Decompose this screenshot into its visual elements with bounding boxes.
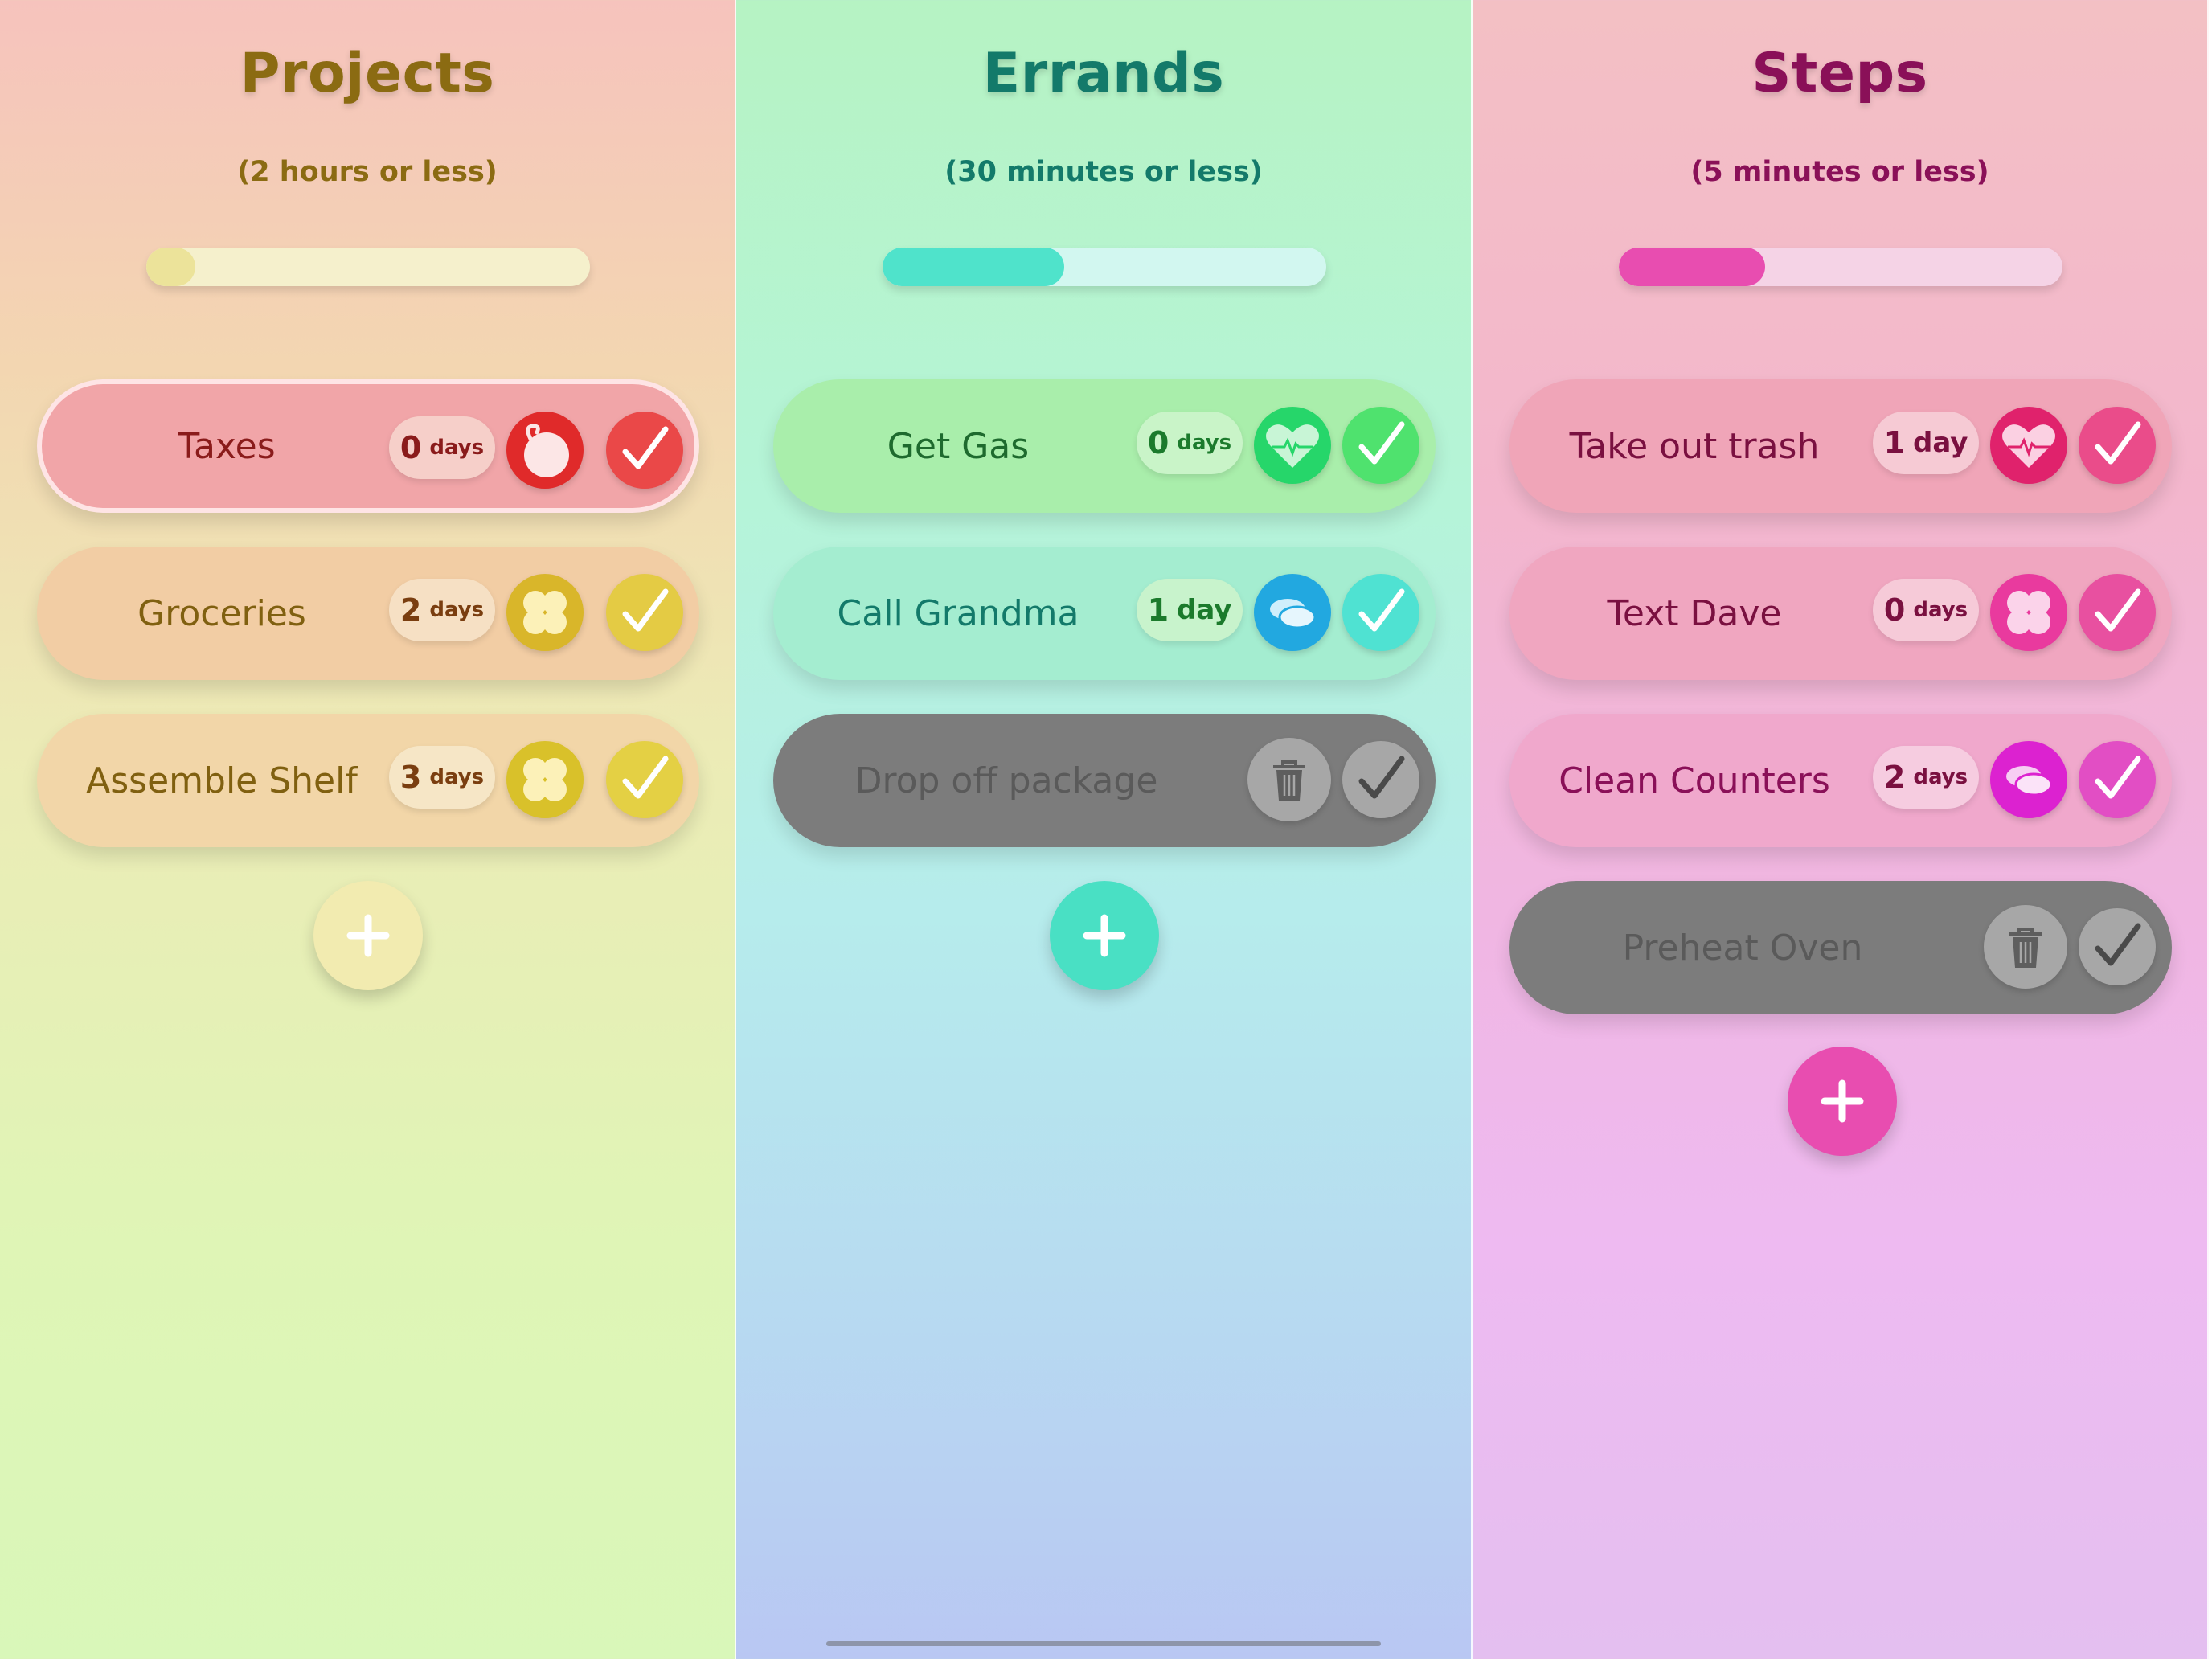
task-row-drop-off-package[interactable]: Drop off package (773, 714, 1436, 847)
task-row-assemble-shelf[interactable]: Assemble Shelf 3 days (37, 714, 699, 847)
plus-icon (1821, 1079, 1864, 1123)
days-unit: days (1177, 431, 1232, 455)
days-unit: days (1913, 598, 1968, 622)
trash-icon[interactable] (1247, 738, 1331, 821)
task-label: Groceries (137, 592, 306, 634)
complete-task-button[interactable] (1342, 407, 1419, 484)
complete-task-button[interactable] (2079, 908, 2156, 985)
complete-task-button[interactable] (606, 574, 683, 651)
days-badge: 0 days (1873, 579, 1979, 641)
complete-task-button[interactable] (2079, 574, 2156, 651)
column-title: Errands (982, 42, 1225, 105)
task-label: Drop off package (854, 760, 1158, 801)
column-subtitle: (2 hours or less) (237, 156, 498, 188)
task-label: Clean Counters (1559, 760, 1830, 801)
clover-icon[interactable] (1990, 574, 2067, 651)
projects-column: Projects (2 hours or less) Taxes 0 days … (0, 0, 736, 1659)
task-row-clean-counters[interactable]: Clean Counters 2 days (1509, 714, 2172, 847)
task-label: Taxes (178, 425, 276, 467)
plus-icon (1083, 914, 1126, 957)
heart-pulse-icon[interactable] (1254, 407, 1331, 484)
progress-bar (146, 248, 590, 286)
coins-icon[interactable] (1254, 574, 1331, 651)
complete-task-button[interactable] (606, 741, 683, 818)
task-label: Call Grandma (837, 592, 1079, 634)
days-count: 2 (399, 592, 422, 628)
days-count: 1 (1883, 425, 1906, 461)
days-unit: day (1177, 594, 1232, 626)
complete-task-button[interactable] (606, 412, 683, 489)
task-label: Preheat Oven (1622, 927, 1863, 969)
task-label: Get Gas (887, 425, 1030, 467)
task-row-take-out-trash[interactable]: Take out trash 1 day (1509, 379, 2172, 513)
progress-fill (146, 248, 195, 286)
days-badge: 0 days (1137, 412, 1243, 474)
column-title: Steps (1751, 42, 1928, 105)
column-subtitle: (30 minutes or less) (944, 156, 1263, 188)
days-badge: 2 days (1873, 746, 1979, 809)
days-count: 0 (399, 430, 422, 465)
coins-icon[interactable] (1990, 741, 2067, 818)
progress-bar (883, 248, 1326, 286)
add-task-button[interactable] (313, 881, 423, 990)
progress-fill (883, 248, 1065, 286)
bomb-icon[interactable] (506, 412, 584, 489)
add-task-button[interactable] (1050, 881, 1159, 990)
progress-bar (1619, 248, 2062, 286)
complete-task-button[interactable] (1342, 741, 1419, 818)
task-row-call-grandma[interactable]: Call Grandma 1 day (773, 547, 1436, 680)
task-row-get-gas[interactable]: Get Gas 0 days (773, 379, 1436, 513)
heart-pulse-icon[interactable] (1990, 407, 2067, 484)
plus-icon (346, 914, 390, 957)
days-count: 0 (1883, 592, 1906, 628)
task-label: Assemble Shelf (86, 760, 358, 801)
complete-task-button[interactable] (2079, 741, 2156, 818)
complete-task-button[interactable] (2079, 407, 2156, 484)
days-unit: days (1913, 765, 1968, 789)
task-label: Take out trash (1569, 425, 1820, 467)
days-badge: 3 days (389, 746, 495, 809)
home-indicator[interactable] (826, 1641, 1381, 1646)
task-row-taxes[interactable]: Taxes 0 days (37, 379, 699, 513)
days-badge: 2 days (389, 579, 495, 641)
steps-column: Steps (5 minutes or less) Take out trash… (1473, 0, 2209, 1659)
task-row-preheat-oven[interactable]: Preheat Oven (1509, 881, 2172, 1014)
days-unit: day (1913, 427, 1968, 459)
trash-icon[interactable] (1984, 905, 2067, 989)
days-badge: 1 day (1137, 579, 1243, 641)
clover-icon[interactable] (506, 741, 584, 818)
days-badge: 1 day (1873, 412, 1979, 474)
column-title: Projects (240, 42, 495, 105)
task-row-text-dave[interactable]: Text Dave 0 days (1509, 547, 2172, 680)
task-row-groceries[interactable]: Groceries 2 days (37, 547, 699, 680)
days-unit: days (429, 765, 485, 789)
task-label: Text Dave (1607, 592, 1782, 634)
days-badge: 0 days (389, 416, 495, 479)
days-unit: days (429, 436, 485, 460)
errands-column: Errands (30 minutes or less) Get Gas 0 d… (736, 0, 1473, 1659)
days-count: 0 (1147, 425, 1169, 461)
complete-task-button[interactable] (1342, 574, 1419, 651)
add-task-button[interactable] (1788, 1047, 1897, 1156)
days-unit: days (429, 598, 485, 622)
clover-icon[interactable] (506, 574, 584, 651)
days-count: 3 (399, 760, 422, 795)
column-subtitle: (5 minutes or less) (1690, 156, 1989, 188)
days-count: 2 (1883, 760, 1906, 795)
days-count: 1 (1147, 592, 1169, 628)
progress-fill (1619, 248, 1766, 286)
